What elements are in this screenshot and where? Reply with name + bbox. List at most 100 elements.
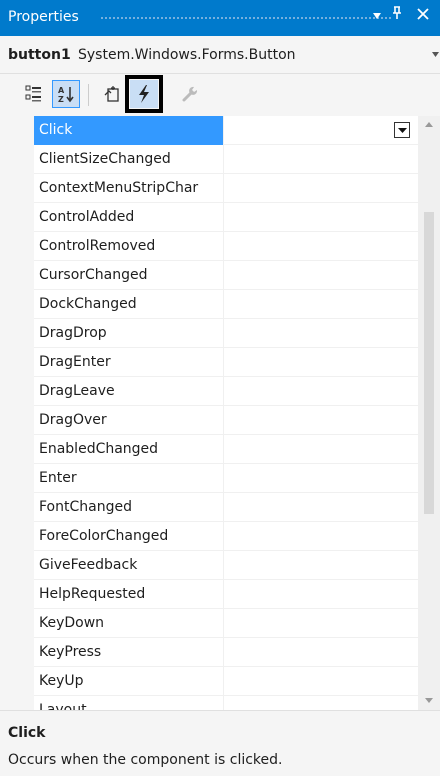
drag-grip[interactable] bbox=[100, 16, 392, 20]
event-row[interactable]: DockChanged bbox=[34, 290, 418, 319]
event-handler-value[interactable] bbox=[224, 609, 418, 638]
event-name[interactable]: DragLeave bbox=[34, 377, 224, 406]
event-name[interactable]: KeyDown bbox=[34, 609, 224, 638]
event-handler-value[interactable] bbox=[224, 551, 418, 580]
event-row[interactable]: DragEnter bbox=[34, 348, 418, 377]
description-title: Click bbox=[8, 725, 46, 741]
properties-toolbar: A Z bbox=[0, 74, 440, 116]
event-name[interactable]: ControlAdded bbox=[34, 203, 224, 232]
vertical-scrollbar[interactable] bbox=[418, 116, 440, 710]
event-handler-value[interactable] bbox=[224, 232, 418, 261]
event-name[interactable]: ClientSizeChanged bbox=[34, 145, 224, 174]
event-row[interactable]: Layout bbox=[34, 696, 418, 710]
events-button[interactable] bbox=[125, 75, 163, 113]
properties-titlebar: Properties bbox=[0, 0, 440, 36]
properties-button[interactable] bbox=[98, 80, 126, 108]
chevron-down-icon[interactable] bbox=[432, 49, 439, 60]
event-handler-value[interactable] bbox=[224, 667, 418, 696]
window-position-dropdown-icon[interactable] bbox=[368, 6, 386, 28]
event-row[interactable]: KeyUp bbox=[34, 667, 418, 696]
alphabetical-icon: A Z bbox=[58, 86, 74, 103]
event-name[interactable]: HelpRequested bbox=[34, 580, 224, 609]
categorized-button[interactable] bbox=[20, 80, 48, 108]
event-handler-value[interactable] bbox=[224, 261, 418, 290]
handler-dropdown-button[interactable] bbox=[394, 122, 410, 138]
object-selector[interactable]: button1 System.Windows.Forms.Button bbox=[0, 36, 440, 74]
grid-gutter bbox=[0, 116, 34, 710]
pin-icon[interactable] bbox=[388, 6, 406, 28]
event-handler-value[interactable] bbox=[224, 145, 418, 174]
event-handler-value[interactable] bbox=[224, 522, 418, 551]
event-handler-value[interactable] bbox=[224, 580, 418, 609]
event-handler-value[interactable] bbox=[224, 696, 418, 710]
event-row[interactable]: KeyDown bbox=[34, 609, 418, 638]
event-row[interactable]: Enter bbox=[34, 464, 418, 493]
event-name[interactable]: ForeColorChanged bbox=[34, 522, 224, 551]
object-type: System.Windows.Forms.Button bbox=[78, 47, 296, 63]
properties-icon bbox=[104, 86, 119, 102]
event-handler-value[interactable] bbox=[224, 493, 418, 522]
event-row[interactable]: ForeColorChanged bbox=[34, 522, 418, 551]
event-handler-value[interactable] bbox=[224, 203, 418, 232]
event-row[interactable]: GiveFeedback bbox=[34, 551, 418, 580]
event-name[interactable]: ControlRemoved bbox=[34, 232, 224, 261]
event-row[interactable]: EnabledChanged bbox=[34, 435, 418, 464]
svg-text:A: A bbox=[58, 86, 65, 95]
event-handler-value[interactable] bbox=[224, 406, 418, 435]
event-handler-value[interactable] bbox=[224, 348, 418, 377]
event-handler-value[interactable] bbox=[224, 319, 418, 348]
event-row[interactable]: DragLeave bbox=[34, 377, 418, 406]
event-row[interactable]: DragDrop bbox=[34, 319, 418, 348]
event-name[interactable]: ContextMenuStripChar bbox=[34, 174, 224, 203]
event-row[interactable]: FontChanged bbox=[34, 493, 418, 522]
description-pane: Click Occurs when the component is click… bbox=[0, 710, 440, 776]
event-row-click[interactable]: Click bbox=[34, 116, 418, 145]
description-text: Occurs when the component is clicked. bbox=[8, 752, 283, 768]
property-pages-button[interactable] bbox=[176, 80, 204, 108]
event-name[interactable]: DragOver bbox=[34, 406, 224, 435]
scroll-thumb[interactable] bbox=[424, 212, 434, 514]
event-row[interactable]: ControlAdded bbox=[34, 203, 418, 232]
alphabetical-button[interactable]: A Z bbox=[52, 80, 80, 108]
event-row[interactable]: ContextMenuStripChar bbox=[34, 174, 418, 203]
chevron-down-icon bbox=[398, 128, 407, 133]
object-name: button1 bbox=[8, 47, 71, 63]
event-row[interactable]: ControlRemoved bbox=[34, 232, 418, 261]
event-handler-value[interactable] bbox=[224, 464, 418, 493]
event-name[interactable]: FontChanged bbox=[34, 493, 224, 522]
event-row[interactable]: HelpRequested bbox=[34, 580, 418, 609]
event-name[interactable]: DockChanged bbox=[34, 290, 224, 319]
event-name[interactable]: GiveFeedback bbox=[34, 551, 224, 580]
event-name[interactable]: Layout bbox=[34, 696, 224, 710]
event-handler-value[interactable] bbox=[224, 638, 418, 667]
categorized-icon bbox=[25, 85, 41, 102]
event-row[interactable]: KeyPress bbox=[34, 638, 418, 667]
wrench-icon bbox=[182, 86, 198, 102]
event-name[interactable]: KeyUp bbox=[34, 667, 224, 696]
events-lightning-icon bbox=[139, 85, 149, 103]
event-name[interactable]: DragDrop bbox=[34, 319, 224, 348]
event-handler-value[interactable] bbox=[224, 290, 418, 319]
event-row[interactable]: DragOver bbox=[34, 406, 418, 435]
events-grid: Click ClientSizeChanged ContextMenuStrip… bbox=[0, 116, 418, 710]
panel-title: Properties bbox=[8, 9, 79, 25]
scroll-up-arrow-icon bbox=[425, 122, 433, 127]
toolbar-separator bbox=[88, 84, 89, 106]
scroll-down-button[interactable] bbox=[418, 692, 440, 710]
scroll-up-button[interactable] bbox=[418, 116, 440, 134]
event-name[interactable]: DragEnter bbox=[34, 348, 224, 377]
event-handler-value[interactable] bbox=[224, 435, 418, 464]
scroll-down-arrow-icon bbox=[425, 698, 433, 703]
event-name[interactable]: EnabledChanged bbox=[34, 435, 224, 464]
event-handler-value[interactable] bbox=[224, 174, 418, 203]
event-name[interactable]: KeyPress bbox=[34, 638, 224, 667]
event-row[interactable]: CursorChanged bbox=[34, 261, 418, 290]
event-handler-value[interactable] bbox=[224, 377, 418, 406]
event-name[interactable]: Click bbox=[34, 116, 224, 145]
event-name[interactable]: Enter bbox=[34, 464, 224, 493]
close-icon[interactable] bbox=[414, 6, 432, 28]
event-handler-value[interactable] bbox=[224, 116, 418, 145]
event-name[interactable]: CursorChanged bbox=[34, 261, 224, 290]
svg-text:Z: Z bbox=[58, 95, 64, 103]
event-row[interactable]: ClientSizeChanged bbox=[34, 145, 418, 174]
